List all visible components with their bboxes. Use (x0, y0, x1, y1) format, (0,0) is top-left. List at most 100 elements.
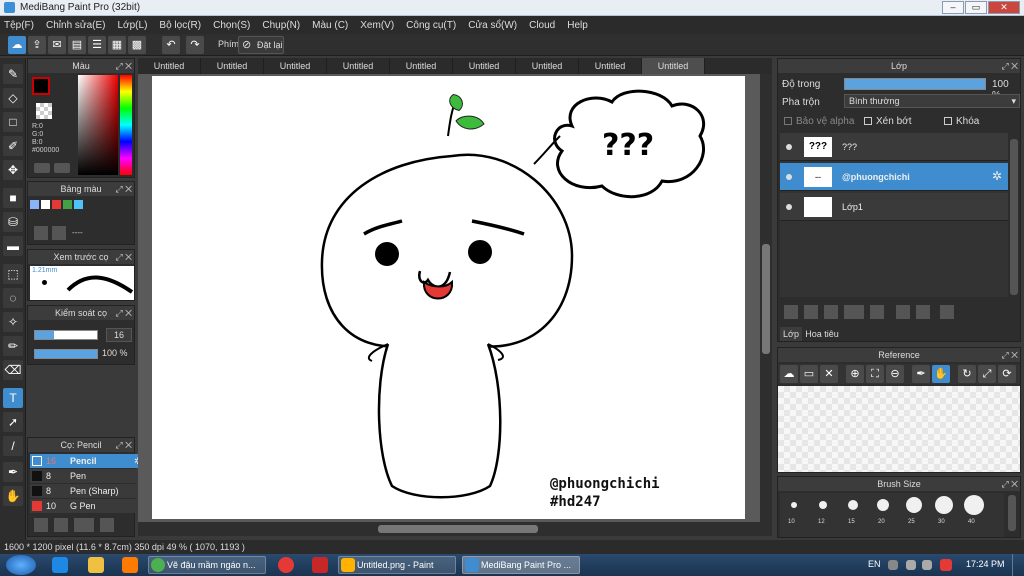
redo-icon[interactable]: ↷ (186, 36, 204, 54)
layer-opacity-slider[interactable] (844, 78, 986, 90)
text-tool-icon[interactable]: T (3, 388, 23, 408)
panel-close-icon[interactable]: ⤢ ✕ (115, 182, 132, 196)
tiles-icon[interactable]: ▩ (128, 36, 146, 54)
folder-icon[interactable] (870, 305, 884, 319)
alpha-protect-checkbox[interactable] (784, 117, 792, 125)
panel-close-icon[interactable]: ⤢ ✕ (115, 59, 132, 73)
select-pen-icon[interactable]: ✏ (3, 336, 23, 356)
eyedropper-icon[interactable]: ✒ (912, 365, 930, 383)
folder-open-icon[interactable]: ▭ (800, 365, 818, 383)
new-layer-1bit-icon[interactable] (824, 305, 838, 319)
menu-layer[interactable]: Lớp(L) (118, 20, 148, 31)
delete-color-icon[interactable] (52, 226, 66, 240)
rectangle-tool-icon[interactable]: □ (3, 112, 23, 132)
copy-brush-icon[interactable] (54, 518, 68, 532)
brush-size-scrollbar[interactable] (1008, 495, 1016, 531)
menu-window[interactable]: Cửa sổ(W) (468, 20, 517, 31)
undo-icon[interactable]: ↶ (162, 36, 180, 54)
panel-close-icon[interactable]: ⤢ ✕ (115, 306, 132, 320)
new-layer-8bit-icon[interactable] (804, 305, 818, 319)
panel-close-icon[interactable]: ⤢ ✕ (115, 438, 132, 452)
refresh-icon[interactable]: ⟳ (998, 365, 1016, 383)
cloud-download-icon[interactable]: ☁ (780, 365, 798, 383)
eyedropper-icon[interactable]: ✒ (3, 462, 23, 482)
ie-icon[interactable] (52, 557, 68, 573)
close-button[interactable]: ✕ (988, 1, 1020, 14)
brush-size-dot[interactable] (791, 502, 797, 508)
panel-close-icon[interactable]: ⤢ ✕ (115, 250, 132, 264)
hand-tool-icon[interactable]: ✋ (3, 486, 23, 506)
brush-item[interactable]: 8 Pen (30, 469, 148, 483)
tab-untitled[interactable]: Untitled (579, 58, 642, 74)
maximize-button[interactable]: ▭ (965, 1, 987, 14)
color-mode-icon[interactable] (34, 163, 50, 173)
fill-rect-icon[interactable]: ■ (3, 188, 23, 208)
merge-layer-icon[interactable] (916, 305, 930, 319)
pen-tool-icon[interactable]: ✐ (3, 136, 23, 156)
brush-size-dot[interactable] (935, 496, 953, 514)
upload-icon[interactable]: ⇪ (28, 36, 46, 54)
trash-icon[interactable] (940, 305, 954, 319)
palette-swatch[interactable] (41, 200, 50, 209)
explorer-icon[interactable] (88, 557, 104, 573)
visibility-icon[interactable] (786, 204, 792, 210)
tab-untitled[interactable]: Untitled (138, 58, 201, 74)
media-player-icon[interactable] (122, 557, 138, 573)
clipping-checkbox[interactable] (864, 117, 872, 125)
layer-row[interactable]: ??? ??? (780, 133, 1008, 161)
menu-select[interactable]: Chọn(S) (213, 20, 250, 31)
palette-swatch[interactable] (74, 200, 83, 209)
close-icon[interactable]: ✕ (820, 365, 838, 383)
menu-color[interactable]: Màu (C) (312, 20, 348, 31)
color-swap-icon[interactable] (54, 163, 70, 173)
cloud-icon[interactable]: ☁ (8, 36, 26, 54)
palette-swatch[interactable] (52, 200, 61, 209)
lasso-tool-icon[interactable]: ◌ (3, 288, 23, 308)
fullscreen-icon[interactable]: ⤢ (978, 365, 996, 383)
antivirus-icon[interactable] (940, 559, 952, 571)
duplicate-layer-icon[interactable] (896, 305, 910, 319)
hue-slider[interactable] (120, 75, 132, 175)
list-icon[interactable]: ☰ (88, 36, 106, 54)
reference-canvas[interactable] (778, 386, 1020, 472)
taskbar-item-paint[interactable]: Untitled.png - Paint (338, 556, 456, 574)
select-eraser-icon[interactable]: ⌫ (3, 360, 23, 380)
menu-cloud[interactable]: Cloud (529, 20, 555, 31)
brush-size-value[interactable]: 16 (106, 328, 132, 342)
gear-icon[interactable]: ✲ (992, 169, 1002, 183)
chrome-pinned-icon[interactable] (278, 557, 294, 573)
hand-icon[interactable]: ✋ (932, 365, 950, 383)
tab-untitled[interactable]: Untitled (201, 58, 264, 74)
tab-untitled[interactable]: Untitled (390, 58, 453, 74)
reset-button[interactable]: ⊘ Đặt lại (238, 36, 284, 54)
gradient-tool-icon[interactable]: ▬ (3, 236, 23, 256)
move-tool-icon[interactable]: ✥ (3, 160, 23, 180)
select-rect-icon[interactable]: ⬚ (3, 264, 23, 284)
eraser-tool-icon[interactable]: ◇ (3, 88, 23, 108)
tab-untitled[interactable]: Untitled (264, 58, 327, 74)
brush-size-dot[interactable] (848, 500, 858, 510)
fit-icon[interactable]: ⛶ (866, 365, 884, 383)
brush-size-slider[interactable] (34, 330, 98, 340)
tab-untitled[interactable]: Untitled (516, 58, 579, 74)
brush-settings-icon[interactable] (100, 518, 114, 532)
new-layer-icon[interactable] (784, 305, 798, 319)
zoom-out-icon[interactable]: ⊖ (886, 365, 904, 383)
clock[interactable]: 17:24 PM (966, 559, 1005, 569)
brush-item[interactable]: 10 G Pen (30, 499, 148, 513)
tab-untitled[interactable]: Untitled (453, 58, 516, 74)
bucket-tool-icon[interactable]: ⛁ (3, 212, 23, 232)
horizontal-scroll-thumb[interactable] (378, 525, 538, 533)
document-icon[interactable]: ▤ (68, 36, 86, 54)
visibility-icon[interactable] (786, 174, 792, 180)
volume-icon[interactable] (922, 560, 932, 570)
saturation-picker[interactable] (78, 75, 118, 175)
brush-opacity-slider[interactable] (34, 349, 98, 359)
menu-file[interactable]: Tệp(F) (4, 20, 34, 31)
taskbar-item-chrome[interactable]: Vẽ đậu mầm ngáo n... (148, 556, 266, 574)
add-color-icon[interactable] (34, 226, 48, 240)
menu-help[interactable]: Help (567, 20, 588, 31)
comment-icon[interactable]: ✉ (48, 36, 66, 54)
brush-size-dot[interactable] (819, 501, 827, 509)
rotate-icon[interactable]: ↻ (958, 365, 976, 383)
